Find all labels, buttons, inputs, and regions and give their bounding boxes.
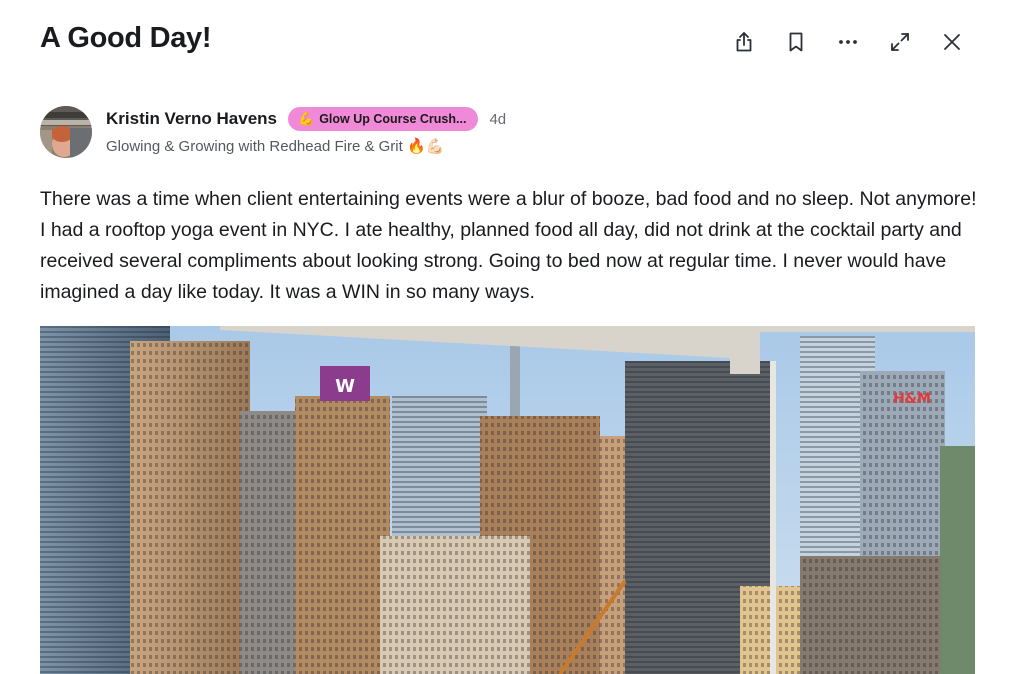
bookmark-button[interactable] [780,26,812,58]
member-tag-badge[interactable]: 💪 Glow Up Course Crush... [288,107,479,131]
post-toolbar [728,26,968,58]
expand-button[interactable] [884,26,916,58]
photo-sign-w: W [335,376,355,397]
author-row: Kristin Verno Havens 💪 Glow Up Course Cr… [106,106,506,132]
more-horizontal-icon [839,40,857,44]
expand-icon [891,33,909,51]
bookmark-icon [789,32,803,52]
badge-label: Glow Up Course Crush... [319,112,467,126]
avatar-image [40,106,92,158]
flexed-biceps-icon: 💪 [298,111,315,126]
share-icon [736,32,752,52]
author-name[interactable]: Kristin Verno Havens [106,109,277,129]
avatar[interactable] [40,106,92,158]
post-timestamp[interactable]: 4d [489,111,506,128]
close-button[interactable] [936,26,968,58]
photo-sign-hm: H&M [893,391,931,407]
post-author: Kristin Verno Havens 💪 Glow Up Course Cr… [40,106,506,158]
close-icon [944,34,960,50]
post-body: There was a time when client entertainin… [40,188,977,303]
author-info: Kristin Verno Havens 💪 Glow Up Course Cr… [106,106,506,155]
post-image[interactable]: W H&M [40,326,975,674]
more-options-button[interactable] [832,26,864,58]
post-modal: A Good Day! Kristin Verno Havens 💪 Glow … [0,0,1016,674]
post-title: A Good Day! [40,22,212,54]
author-headline: Glowing & Growing with Redhead Fire & Gr… [106,138,445,155]
share-button[interactable] [728,26,760,58]
city-skyline-photo: W H&M [40,326,975,674]
